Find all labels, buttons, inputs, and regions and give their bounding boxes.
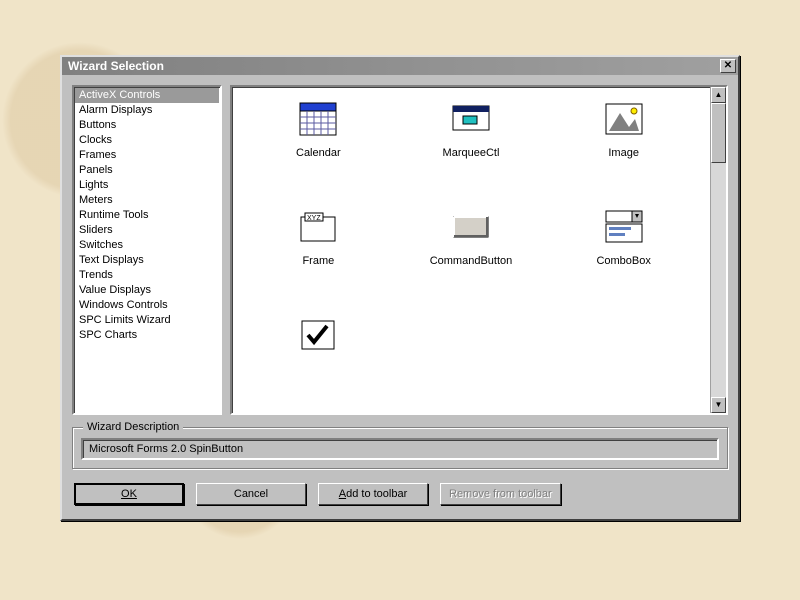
control-item[interactable]: Calendar <box>253 101 383 159</box>
list-item[interactable]: Value Displays <box>75 283 219 298</box>
list-item[interactable]: Switches <box>75 238 219 253</box>
checkbox-icon <box>298 317 338 353</box>
button-icon <box>451 209 491 245</box>
list-item[interactable]: Windows Controls <box>75 298 219 313</box>
add-to-toolbar-button[interactable]: Add to toolbar <box>318 483 428 505</box>
calendar-icon <box>298 101 338 137</box>
list-item[interactable]: Alarm Displays <box>75 103 219 118</box>
category-listbox[interactable]: ActiveX Controls Alarm Displays Buttons … <box>72 85 222 415</box>
list-item[interactable]: Clocks <box>75 133 219 148</box>
wizard-description-group: Wizard Description Microsoft Forms 2.0 S… <box>72 427 728 469</box>
control-label: Frame <box>302 255 334 267</box>
svg-text:XYZ: XYZ <box>307 215 321 222</box>
close-button[interactable]: ✕ <box>720 59 736 73</box>
list-item[interactable]: Frames <box>75 148 219 163</box>
control-label: Calendar <box>296 147 341 159</box>
wizard-description-text: Microsoft Forms 2.0 SpinButton <box>81 438 719 460</box>
list-item[interactable]: Trends <box>75 268 219 283</box>
ok-button[interactable]: OK <box>74 483 184 505</box>
combobox-icon <box>604 209 644 245</box>
list-item[interactable]: SPC Limits Wizard <box>75 313 219 328</box>
wizard-selection-dialog: Wizard Selection ✕ ActiveX Controls Alar… <box>60 55 740 521</box>
control-item[interactable]: Image <box>559 101 689 159</box>
list-item[interactable]: Meters <box>75 193 219 208</box>
remove-from-toolbar-button: Remove from toolbar <box>440 483 561 505</box>
control-item[interactable]: ComboBox <box>559 209 689 267</box>
frame-icon: XYZ <box>298 209 338 245</box>
marquee-icon <box>451 101 491 137</box>
control-label: CommandButton <box>430 255 513 267</box>
control-label: ComboBox <box>596 255 650 267</box>
cancel-button[interactable]: Cancel <box>196 483 306 505</box>
list-item[interactable]: SPC Charts <box>75 328 219 343</box>
scroll-down-button[interactable]: ▼ <box>711 397 726 413</box>
control-item[interactable]: CommandButton <box>406 209 536 267</box>
scroll-track[interactable] <box>711 103 726 397</box>
group-legend: Wizard Description <box>83 421 183 433</box>
list-item[interactable]: Panels <box>75 163 219 178</box>
control-item[interactable]: XYZ Frame <box>253 209 383 267</box>
control-item[interactable]: MarqueeCtl <box>406 101 536 159</box>
image-icon <box>604 101 644 137</box>
scrollbar[interactable]: ▲ ▼ <box>710 87 726 413</box>
list-item[interactable]: Buttons <box>75 118 219 133</box>
control-item[interactable] <box>253 317 383 363</box>
control-label: MarqueeCtl <box>443 147 500 159</box>
list-item[interactable]: ActiveX Controls <box>75 88 219 103</box>
dialog-title: Wizard Selection <box>68 59 164 73</box>
control-label: Image <box>608 147 639 159</box>
controls-panel: Calendar MarqueeCtl <box>230 85 728 415</box>
list-item[interactable]: Text Displays <box>75 253 219 268</box>
scroll-up-button[interactable]: ▲ <box>711 87 726 103</box>
list-item[interactable]: Lights <box>75 178 219 193</box>
titlebar[interactable]: Wizard Selection ✕ <box>62 57 738 75</box>
list-item[interactable]: Runtime Tools <box>75 208 219 223</box>
list-item[interactable]: Sliders <box>75 223 219 238</box>
scroll-thumb[interactable] <box>711 103 726 163</box>
